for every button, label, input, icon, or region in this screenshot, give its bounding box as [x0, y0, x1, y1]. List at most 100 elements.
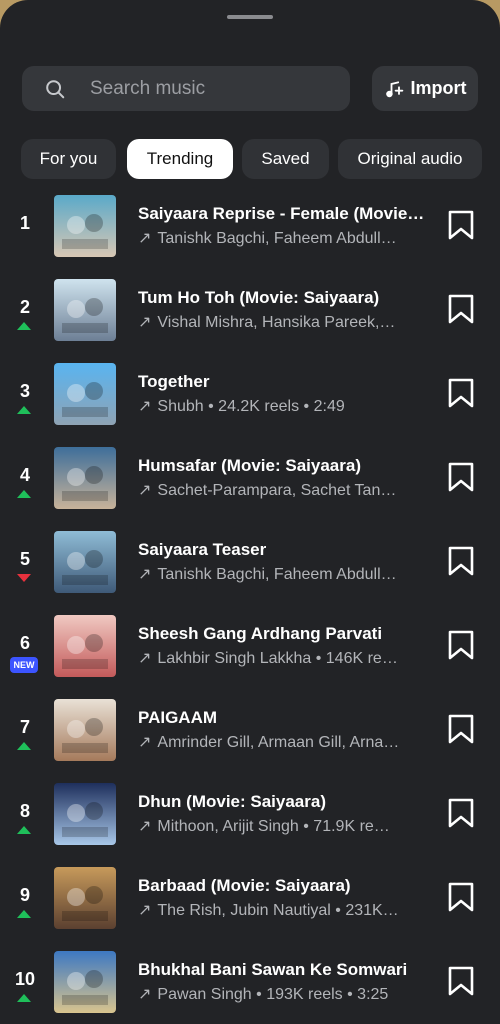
bookmark-icon[interactable] — [448, 966, 474, 996]
album-art — [54, 447, 116, 509]
track-meta: Vishal Mishra, Hansika Pareek,… — [157, 314, 396, 331]
track-rank: 1 — [19, 213, 30, 233]
track-meta: Pawan Singh • 193K reels • 3:25 — [157, 986, 389, 1003]
search-bar[interactable] — [22, 66, 350, 111]
track-rank: 7 — [19, 717, 30, 737]
trend-arrow-icon: ↗ — [138, 818, 152, 835]
track-subtitle: ↗ Lakhbir Singh Lakkha • 146K re… — [138, 648, 430, 668]
track-subtitle: ↗ Amrinder Gill, Armaan Gill, Arna… — [138, 732, 430, 752]
track-title: Saiyaara Reprise - Female (Movie… — [138, 204, 425, 223]
track-meta: Shubh • 24.2K reels • 2:49 — [157, 398, 345, 415]
track-subtitle: ↗ Tanishk Bagchi, Faheem Abdull… — [138, 228, 430, 248]
bookmark-icon[interactable] — [448, 462, 474, 492]
import-button[interactable]: Import — [372, 66, 478, 111]
track-row[interactable]: 8 Dhun (Movie: Saiyaara) ↗ Mithoon, Ariji… — [0, 783, 500, 867]
track-subtitle: ↗ The Rish, Jubin Nautiyal • 231K… — [138, 900, 430, 920]
track-title: Sheesh Gang Ardhang Parvati — [138, 624, 383, 643]
album-art — [54, 363, 116, 425]
track-row[interactable]: 10 Bhukhal Bani Sawan Ke Somwari ↗ Pawan … — [0, 951, 500, 1024]
trend-arrow-icon: ↗ — [138, 650, 152, 667]
trend-up-icon — [17, 742, 31, 750]
track-row[interactable]: 1 Saiyaara Reprise - Female (Movie… ↗ Tan… — [0, 195, 500, 279]
bookmark-icon[interactable] — [448, 798, 474, 828]
music-note-plus-icon — [385, 80, 403, 97]
trend-arrow-icon: ↗ — [138, 986, 152, 1003]
track-rank: 3 — [19, 381, 30, 401]
track-meta: Mithoon, Arijit Singh • 71.9K re… — [157, 818, 390, 835]
new-badge: NEW — [10, 657, 38, 673]
trend-up-icon — [17, 994, 31, 1002]
search-icon — [46, 79, 65, 98]
trend-arrow-icon: ↗ — [138, 230, 152, 247]
track-title: Saiyaara Teaser — [138, 540, 267, 559]
track-rank: 6 — [19, 633, 30, 653]
album-art — [54, 279, 116, 341]
trend-arrow-icon: ↗ — [138, 734, 152, 751]
track-title: Barbaad (Movie: Saiyaara) — [138, 876, 351, 895]
album-art — [54, 867, 116, 929]
search-input[interactable] — [88, 76, 312, 101]
album-art — [54, 531, 116, 593]
track-rank: 9 — [19, 885, 30, 905]
music-picker-sheet: Import For you Trending Saved Original a… — [0, 0, 500, 1024]
bookmark-icon[interactable] — [448, 210, 474, 240]
track-row[interactable]: 3 Together ↗ Shubh • 24.2K reels • 2:49 — [0, 363, 500, 447]
bookmark-icon[interactable] — [448, 546, 474, 576]
trend-down-icon — [17, 574, 31, 582]
album-art — [54, 699, 116, 761]
track-meta: Amrinder Gill, Armaan Gill, Arna… — [157, 734, 400, 751]
track-rank: 5 — [19, 549, 30, 569]
track-subtitle: ↗ Mithoon, Arijit Singh • 71.9K re… — [138, 816, 430, 836]
track-meta: The Rish, Jubin Nautiyal • 231K… — [157, 902, 399, 919]
trend-up-icon — [17, 322, 31, 330]
track-subtitle: ↗ Shubh • 24.2K reels • 2:49 — [138, 396, 430, 416]
track-rank: 2 — [19, 297, 30, 317]
import-label: Import — [410, 78, 467, 98]
bookmark-icon[interactable] — [448, 714, 474, 744]
track-title: PAIGAAM — [138, 708, 218, 727]
trend-up-icon — [17, 826, 31, 834]
track-title: Together — [138, 372, 210, 391]
track-meta: Tanishk Bagchi, Faheem Abdull… — [157, 566, 397, 583]
track-row[interactable]: 5 Saiyaara Teaser ↗ Tanishk Bagchi, Fahee… — [0, 531, 500, 615]
trend-arrow-icon: ↗ — [138, 314, 152, 331]
track-row[interactable]: 2 Tum Ho Toh (Movie: Saiyaara) ↗ Vishal M… — [0, 279, 500, 363]
trend-up-icon — [17, 910, 31, 918]
tab-trending[interactable]: Trending — [127, 139, 233, 179]
track-subtitle: ↗ Tanishk Bagchi, Faheem Abdull… — [138, 564, 430, 584]
trend-arrow-icon: ↗ — [138, 566, 152, 583]
bookmark-icon[interactable] — [448, 294, 474, 324]
album-art — [54, 195, 116, 257]
trend-arrow-icon: ↗ — [138, 902, 152, 919]
tab-for-you[interactable]: For you — [21, 139, 116, 179]
track-subtitle: ↗ Sachet-Parampara, Sachet Tan… — [138, 480, 430, 500]
track-row[interactable]: 6 NEW Sheesh Gang Ardhang Parvati ↗ Lakhb… — [0, 615, 500, 699]
trend-up-icon — [17, 406, 31, 414]
album-art — [54, 783, 116, 845]
track-title: Humsafar (Movie: Saiyaara) — [138, 456, 361, 475]
track-meta: Tanishk Bagchi, Faheem Abdull… — [157, 230, 397, 247]
trend-arrow-icon: ↗ — [138, 482, 152, 499]
track-row[interactable]: 7 PAIGAAM ↗ Amrinder Gill, Armaan Gill, A… — [0, 699, 500, 783]
track-title: Bhukhal Bani Sawan Ke Somwari — [138, 960, 408, 979]
trend-arrow-icon: ↗ — [138, 398, 152, 415]
track-rank: 10 — [14, 969, 36, 989]
trend-up-icon — [17, 490, 31, 498]
track-row[interactable]: 4 Humsafar (Movie: Saiyaara) ↗ Sachet-Par… — [0, 447, 500, 531]
album-art — [54, 951, 116, 1013]
track-subtitle: ↗ Vishal Mishra, Hansika Pareek,… — [138, 312, 430, 332]
tab-original-audio[interactable]: Original audio — [338, 139, 482, 179]
track-subtitle: ↗ Pawan Singh • 193K reels • 3:25 — [138, 984, 430, 1004]
tab-saved[interactable]: Saved — [242, 139, 329, 179]
track-rank: 8 — [19, 801, 30, 821]
bookmark-icon[interactable] — [448, 630, 474, 660]
drag-handle[interactable] — [227, 15, 273, 19]
album-art — [54, 615, 116, 677]
track-rank: 4 — [19, 465, 30, 485]
track-meta: Sachet-Parampara, Sachet Tan… — [157, 482, 397, 499]
bookmark-icon[interactable] — [448, 378, 474, 408]
track-row[interactable]: 9 Barbaad (Movie: Saiyaara) ↗ The Rish, J… — [0, 867, 500, 951]
track-title: Tum Ho Toh (Movie: Saiyaara) — [138, 288, 380, 307]
bookmark-icon[interactable] — [448, 882, 474, 912]
track-meta: Lakhbir Singh Lakkha • 146K re… — [157, 650, 398, 667]
